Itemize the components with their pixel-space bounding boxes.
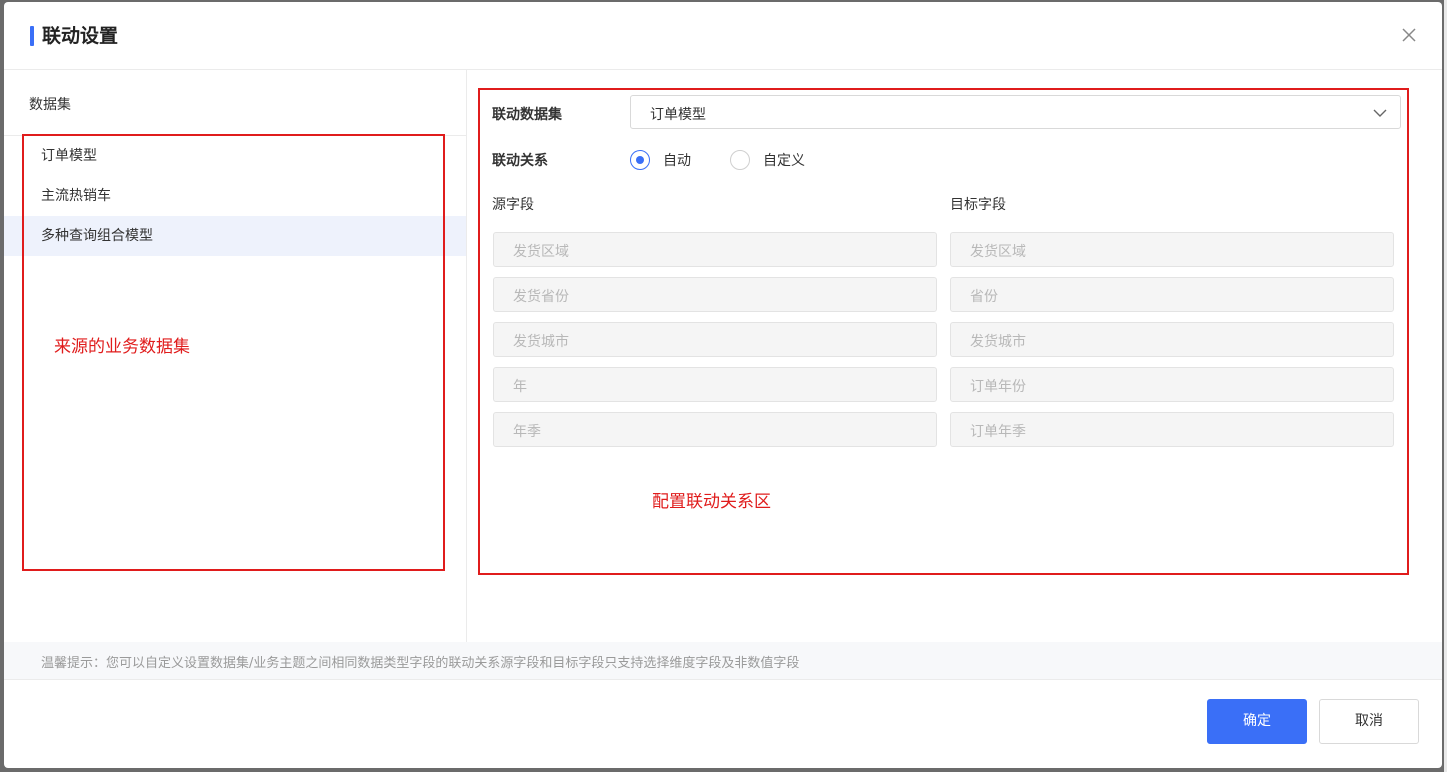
annotation-text-right: 配置联动关系区 — [652, 492, 771, 512]
confirm-button[interactable]: 确定 — [1207, 699, 1307, 744]
close-icon[interactable] — [1398, 24, 1420, 46]
cancel-button[interactable]: 取消 — [1319, 699, 1419, 744]
annotation-text-left: 来源的业务数据集 — [54, 337, 190, 357]
linkage-settings-dialog: 联动设置 数据集 订单模型 主流热销车 多种查询组合模型 来源的业务数据集 联动… — [4, 2, 1442, 768]
dataset-panel-title: 数据集 — [29, 97, 71, 113]
dialog-header: 联动设置 — [4, 2, 1442, 70]
dataset-panel-header: 数据集 — [4, 70, 466, 136]
title-accent-bar — [30, 26, 34, 46]
annotation-box-right — [478, 88, 1409, 575]
dialog-title: 联动设置 — [42, 25, 119, 47]
tip-text: 温馨提示：您可以自定义设置数据集/业务主题之间相同数据类型字段的联动关系源字段和… — [41, 656, 800, 671]
tip-bar: 温馨提示：您可以自定义设置数据集/业务主题之间相同数据类型字段的联动关系源字段和… — [4, 642, 1442, 680]
